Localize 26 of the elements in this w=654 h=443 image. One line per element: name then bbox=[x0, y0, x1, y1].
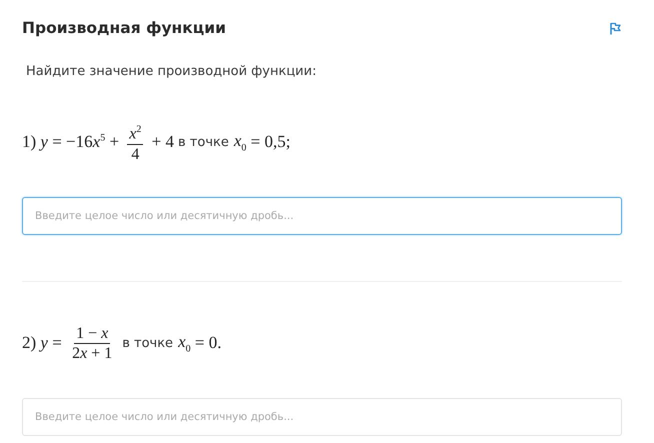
math-expression: 4 bbox=[131, 144, 140, 164]
math-expression: 2) bbox=[22, 333, 38, 353]
math-expression: = 0,5; bbox=[250, 132, 290, 152]
answer-field[interactable]: Введите целое число или десятичную дробь... bbox=[22, 197, 622, 235]
math-variable: x$_{0}$ bbox=[234, 130, 246, 154]
math-expression: + bbox=[108, 132, 120, 152]
math-variable: x bbox=[80, 344, 88, 362]
math-variable: x$^{5}$ bbox=[92, 132, 106, 152]
math-variable: x$^{2}$ bbox=[129, 123, 142, 144]
instruction-text: Найдите значение производной функции: bbox=[26, 63, 318, 81]
math-expression: + 4 bbox=[150, 132, 174, 152]
formula-text: в точке bbox=[122, 336, 174, 350]
math-variable: x bbox=[101, 324, 108, 342]
math-variable: y bbox=[40, 132, 48, 152]
math-expression: = −16 bbox=[51, 132, 93, 152]
math-variable: y bbox=[40, 333, 48, 353]
math-expression: = 0. bbox=[194, 333, 222, 353]
formula-text: в точке bbox=[178, 134, 229, 150]
math-expression: 1 − bbox=[76, 324, 98, 342]
page-title: Производная функции bbox=[22, 18, 226, 39]
math-expression: + 1 bbox=[90, 344, 112, 362]
math-expression: 2 bbox=[72, 344, 80, 362]
math-expression: 1) bbox=[22, 132, 38, 152]
flag-icon[interactable] bbox=[609, 22, 622, 34]
math-expression: = bbox=[51, 333, 63, 353]
math-variable: x$_{0}$ bbox=[178, 332, 191, 354]
